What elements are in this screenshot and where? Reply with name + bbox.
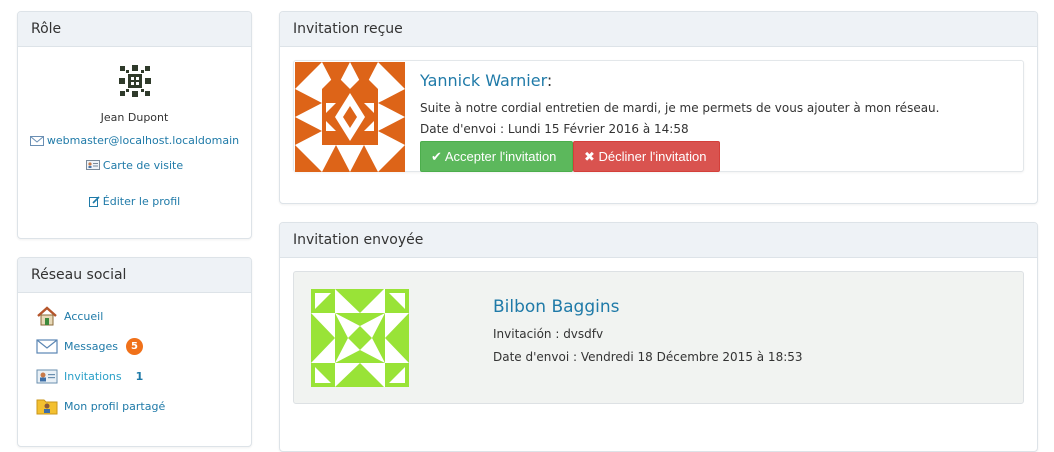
invitation-message: Suite à notre cordial entretien de mardi… (420, 101, 940, 115)
invitation-date: Date d'envoi : Lundi 15 Février 2016 à 1… (420, 122, 689, 136)
sidebar-item-home[interactable]: Accueil (36, 301, 251, 331)
sender-avatar[interactable] (295, 62, 405, 172)
received-heading: Invitation reçue (280, 12, 1037, 47)
envelope-icon (29, 135, 44, 146)
edit-profile-label: Éditer le profil (102, 195, 181, 208)
close-icon: ✖ (584, 149, 595, 164)
sidebar-item-home-label[interactable]: Accueil (64, 310, 103, 323)
sent-heading: Invitation envoyée (280, 223, 1037, 258)
edit-icon (88, 196, 100, 207)
sidebar-item-shared-profile-label[interactable]: Mon profil partagé (64, 400, 165, 413)
check-icon: ✔ (431, 149, 442, 164)
role-body: Jean Dupont webmaster@localhost.localdom… (18, 61, 251, 210)
messages-count-badge: 5 (125, 337, 143, 355)
invitations-count: 1 (135, 369, 144, 383)
sidebar-item-invitations[interactable]: Invitations 1 (36, 361, 251, 391)
social-menu: Accueil Messages 5 Invitations 1 Mon pro… (18, 293, 251, 421)
invitation-received-panel: Invitation reçue Yannick Warnier: Suite … (279, 11, 1038, 204)
user-name: Jean Dupont (100, 111, 169, 124)
envelope-icon (36, 339, 58, 354)
email-link[interactable]: webmaster@localhost.localdomain (29, 134, 240, 147)
sender-colon: : (546, 71, 553, 90)
accept-label: Accepter l'invitation (444, 149, 557, 164)
sender-name-link[interactable]: Yannick Warnier (420, 71, 547, 90)
accept-invitation-button[interactable]: ✔ Accepter l'invitation (420, 141, 573, 172)
folder-user-icon (36, 399, 58, 415)
business-card-icon (85, 160, 100, 170)
decline-invitation-button[interactable]: ✖ Décliner l'invitation (573, 141, 720, 172)
business-card-label: Carte de visite (102, 158, 184, 172)
sent-invitation-date: Date d'envoi : Vendredi 18 Décembre 2015… (493, 350, 803, 364)
sidebar-item-messages-label[interactable]: Messages (64, 340, 118, 353)
user-avatar-icon[interactable] (114, 61, 155, 101)
business-card-link[interactable]: Carte de visite (85, 158, 184, 172)
sidebar-item-messages[interactable]: Messages 5 (36, 331, 251, 361)
sender-name-line: Yannick Warnier: (420, 71, 552, 90)
recipient-name-link[interactable]: Bilbon Baggins (493, 297, 620, 317)
sidebar-item-invitations-label[interactable]: Invitations (64, 370, 122, 383)
sent-invitation-text: Invitación : dvsdfv (493, 327, 604, 341)
social-heading: Réseau social (18, 258, 251, 293)
sent-invitation-card: Bilbon Baggins Invitación : dvsdfv Date … (293, 271, 1024, 404)
received-invitation-card: Yannick Warnier: Suite à notre cordial e… (293, 60, 1024, 172)
sidebar-item-shared-profile[interactable]: Mon profil partagé (36, 391, 251, 421)
edit-profile-link[interactable]: Éditer le profil (88, 195, 181, 208)
decline-label: Décliner l'invitation (598, 149, 707, 164)
role-heading: Rôle (18, 12, 251, 47)
invitation-icon (36, 369, 58, 384)
invitation-sent-panel: Invitation envoyée Bilbon Baggins Invita… (279, 222, 1038, 452)
home-icon (37, 306, 57, 326)
recipient-avatar[interactable] (311, 289, 409, 387)
email-text: webmaster@localhost.localdomain (46, 134, 240, 147)
role-panel: Rôle Jean Dupont webmaster@localhost.loc… (17, 11, 252, 239)
social-network-panel: Réseau social Accueil Messages 5 Invitat… (17, 257, 252, 447)
